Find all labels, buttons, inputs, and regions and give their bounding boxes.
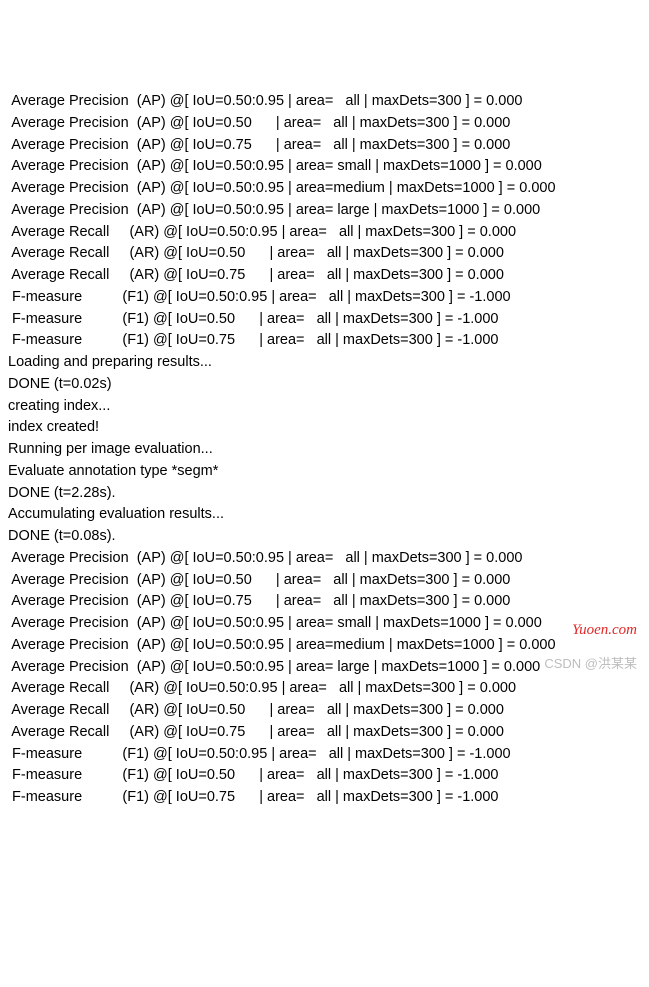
output-line: F-measure (F1) @[ IoU=0.50 | area= all |…	[8, 765, 641, 787]
output-line: Average Precision (AP) @[ IoU=0.50:0.95 …	[8, 178, 641, 200]
output-line: Average Precision (AP) @[ IoU=0.50 | are…	[8, 113, 641, 135]
output-line: Average Precision (AP) @[ IoU=0.50:0.95 …	[8, 548, 641, 570]
output-line: DONE (t=0.08s).	[8, 526, 641, 548]
output-line: Average Precision (AP) @[ IoU=0.50:0.95 …	[8, 200, 641, 222]
output-line: Average Precision (AP) @[ IoU=0.75 | are…	[8, 135, 641, 157]
output-line: Average Precision (AP) @[ IoU=0.75 | are…	[8, 591, 641, 613]
console-output: Average Precision (AP) @[ IoU=0.50:0.95 …	[8, 91, 641, 809]
output-line: Average Precision (AP) @[ IoU=0.50:0.95 …	[8, 156, 641, 178]
output-line: Running per image evaluation...	[8, 439, 641, 461]
output-line: Average Precision (AP) @[ IoU=0.50:0.95 …	[8, 91, 641, 113]
output-line: F-measure (F1) @[ IoU=0.50:0.95 | area= …	[8, 287, 641, 309]
output-line: Average Recall (AR) @[ IoU=0.50:0.95 | a…	[8, 678, 641, 700]
output-line: F-measure (F1) @[ IoU=0.50 | area= all |…	[8, 309, 641, 331]
output-line: Average Precision (AP) @[ IoU=0.50 | are…	[8, 570, 641, 592]
output-line: F-measure (F1) @[ IoU=0.75 | area= all |…	[8, 787, 641, 809]
output-line: Evaluate annotation type *segm*	[8, 461, 641, 483]
output-line: index created!	[8, 417, 641, 439]
output-line: Average Recall (AR) @[ IoU=0.50 | area= …	[8, 243, 641, 265]
output-line: Average Recall (AR) @[ IoU=0.50:0.95 | a…	[8, 222, 641, 244]
watermark-author: CSDN @洪某某	[544, 654, 637, 674]
output-line: Loading and preparing results...	[8, 352, 641, 374]
output-line: Average Recall (AR) @[ IoU=0.75 | area= …	[8, 722, 641, 744]
output-line: Accumulating evaluation results...	[8, 504, 641, 526]
watermark-site: Yuoen.com	[572, 619, 637, 642]
output-line: Average Recall (AR) @[ IoU=0.75 | area= …	[8, 265, 641, 287]
output-line: DONE (t=0.02s)	[8, 374, 641, 396]
output-line: F-measure (F1) @[ IoU=0.75 | area= all |…	[8, 330, 641, 352]
output-line: Average Precision (AP) @[ IoU=0.50:0.95 …	[8, 613, 641, 635]
output-line: Average Recall (AR) @[ IoU=0.50 | area= …	[8, 700, 641, 722]
output-line: DONE (t=2.28s).	[8, 483, 641, 505]
output-line: creating index...	[8, 396, 641, 418]
output-line: F-measure (F1) @[ IoU=0.50:0.95 | area= …	[8, 744, 641, 766]
